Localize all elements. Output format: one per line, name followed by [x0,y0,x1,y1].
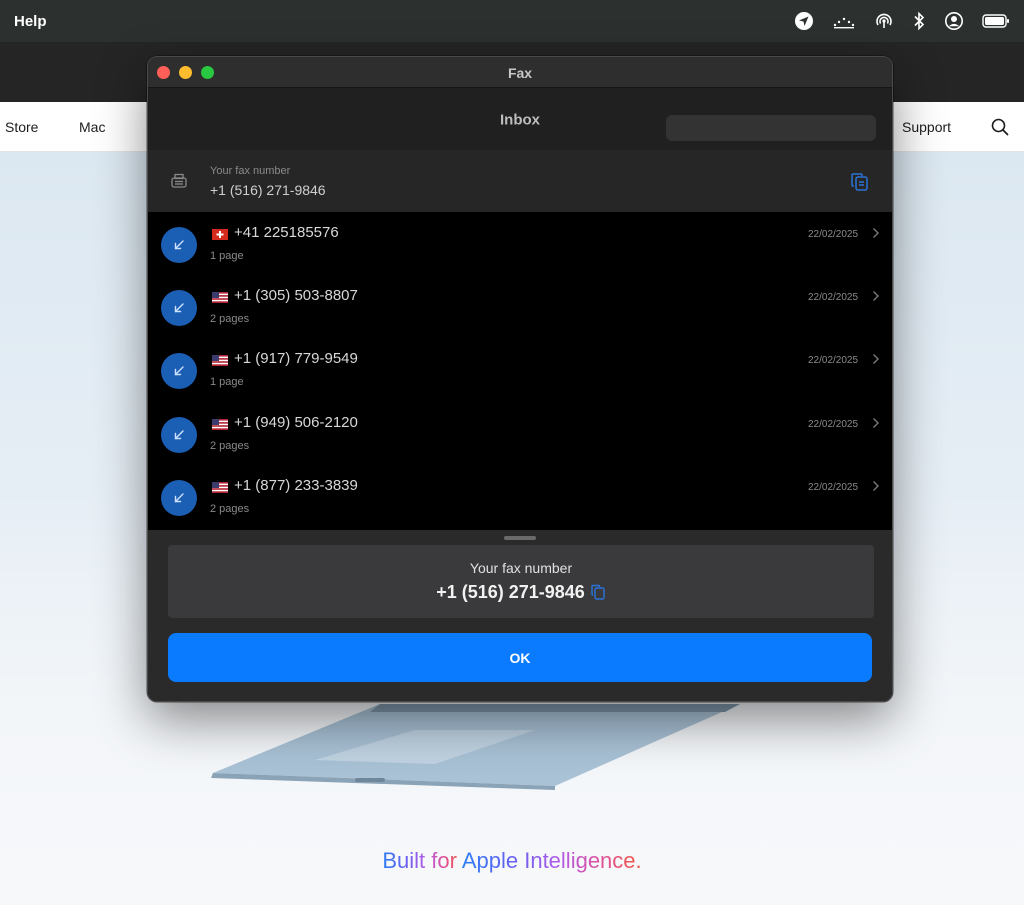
nav-link-support[interactable]: Support [902,119,951,135]
sheet-fax-number-line: +1 (516) 271-9846 [168,582,874,603]
us-flag-icon [212,480,228,493]
activity-icon[interactable] [832,11,856,31]
search-input[interactable] [666,115,876,141]
fax-sender-number: +41 225185576 [234,224,339,241]
airdrop-icon[interactable] [874,11,894,31]
fax-number-label: Your fax number [210,165,291,177]
macbook-image [205,690,765,795]
status-icons [794,11,1010,31]
location-icon[interactable] [794,11,814,31]
battery-icon[interactable] [982,13,1010,29]
chevron-right-icon [872,479,880,497]
fax-list-item[interactable]: +41 225185576 1 page 22/02/2025 [148,212,892,275]
inbox-toolbar: Inbox [148,88,892,150]
fax-page-count: 1 page [210,376,244,389]
search-icon[interactable] [991,118,1009,141]
ok-button[interactable]: OK [168,633,872,682]
fax-date: 22/02/2025 [808,229,859,240]
tagline-highlight: Apple Intelligence. [461,848,642,873]
chevron-right-icon [872,289,880,307]
menu-help[interactable]: Help [14,13,47,30]
fax-date: 22/02/2025 [808,355,859,367]
fax-number-value: +1 (516) 271-9846 [210,182,326,198]
chevron-right-icon [872,352,880,370]
swiss-flag-icon [212,227,228,240]
incoming-fax-icon [161,479,197,516]
fax-list-item[interactable]: +1 (305) 503-8807 2 pages 22/02/2025 [148,275,892,338]
window-titlebar[interactable]: Fax [148,57,892,88]
sheet-grabber[interactable] [504,536,536,540]
fax-list-item[interactable]: +1 (949) 506-2120 2 pages 22/02/2025 [148,402,892,465]
fax-number-card: Your fax number +1 (516) 271-9846 [168,545,874,618]
sheet-fax-number-value: +1 (516) 271-9846 [436,582,585,602]
bluetooth-icon[interactable] [912,11,926,31]
us-flag-icon [212,353,228,367]
chevron-right-icon [872,416,880,434]
fax-inbox-list: +41 225185576 1 page 22/02/2025 +1 (305) 50… [148,212,892,530]
incoming-fax-icon [161,290,197,327]
fax-page-count: 2 pages [210,502,250,515]
fax-date: 22/02/2025 [808,481,859,493]
fax-sender-number: +1 (305) 503-8807 [234,287,358,305]
fax-date: 22/02/2025 [808,292,859,304]
nav-link-store[interactable]: Store [5,119,38,135]
fax-sender-number: +1 (877) 233-3839 [234,476,358,494]
tagline-prefix: Built for [382,848,462,873]
fax-sender-number: +1 (917) 779-9549 [234,350,358,368]
us-flag-icon [212,290,228,304]
user-account-icon[interactable] [944,11,964,31]
chevron-right-icon [872,226,880,244]
fax-number-sheet: Your fax number +1 (516) 271-9846 OK [148,530,892,701]
fax-window: Fax Inbox Your fax number +1 (516) 271-9… [147,56,893,702]
sheet-fax-number-label: Your fax number [469,560,573,576]
copy-icon[interactable] [585,582,606,602]
fax-list-item[interactable]: +1 (877) 233-3839 2 pages 22/02/2025 [148,465,892,528]
fax-page-count: 2 pages [210,313,250,326]
incoming-fax-icon [161,353,197,390]
window-title: Fax [507,65,533,81]
fax-page-count: 1 page [210,250,244,262]
fax-date: 22/02/2025 [808,418,859,430]
incoming-fax-icon [161,227,197,263]
fax-page-count: 2 pages [210,439,250,452]
incoming-fax-icon [161,416,197,453]
fax-sender-number: +1 (949) 506-2120 [234,413,358,431]
fax-machine-icon [170,172,188,195]
menu-bar: Help [0,0,1024,42]
fax-number-row: Your fax number +1 (516) 271-9846 [148,150,892,212]
tagline: Built for Apple Intelligence. [0,848,1024,874]
copy-icon[interactable] [850,171,870,198]
nav-link-mac[interactable]: Mac [79,119,105,135]
fax-list-item[interactable]: +1 (917) 779-9549 1 page 22/02/2025 [148,338,892,401]
us-flag-icon [212,417,228,430]
